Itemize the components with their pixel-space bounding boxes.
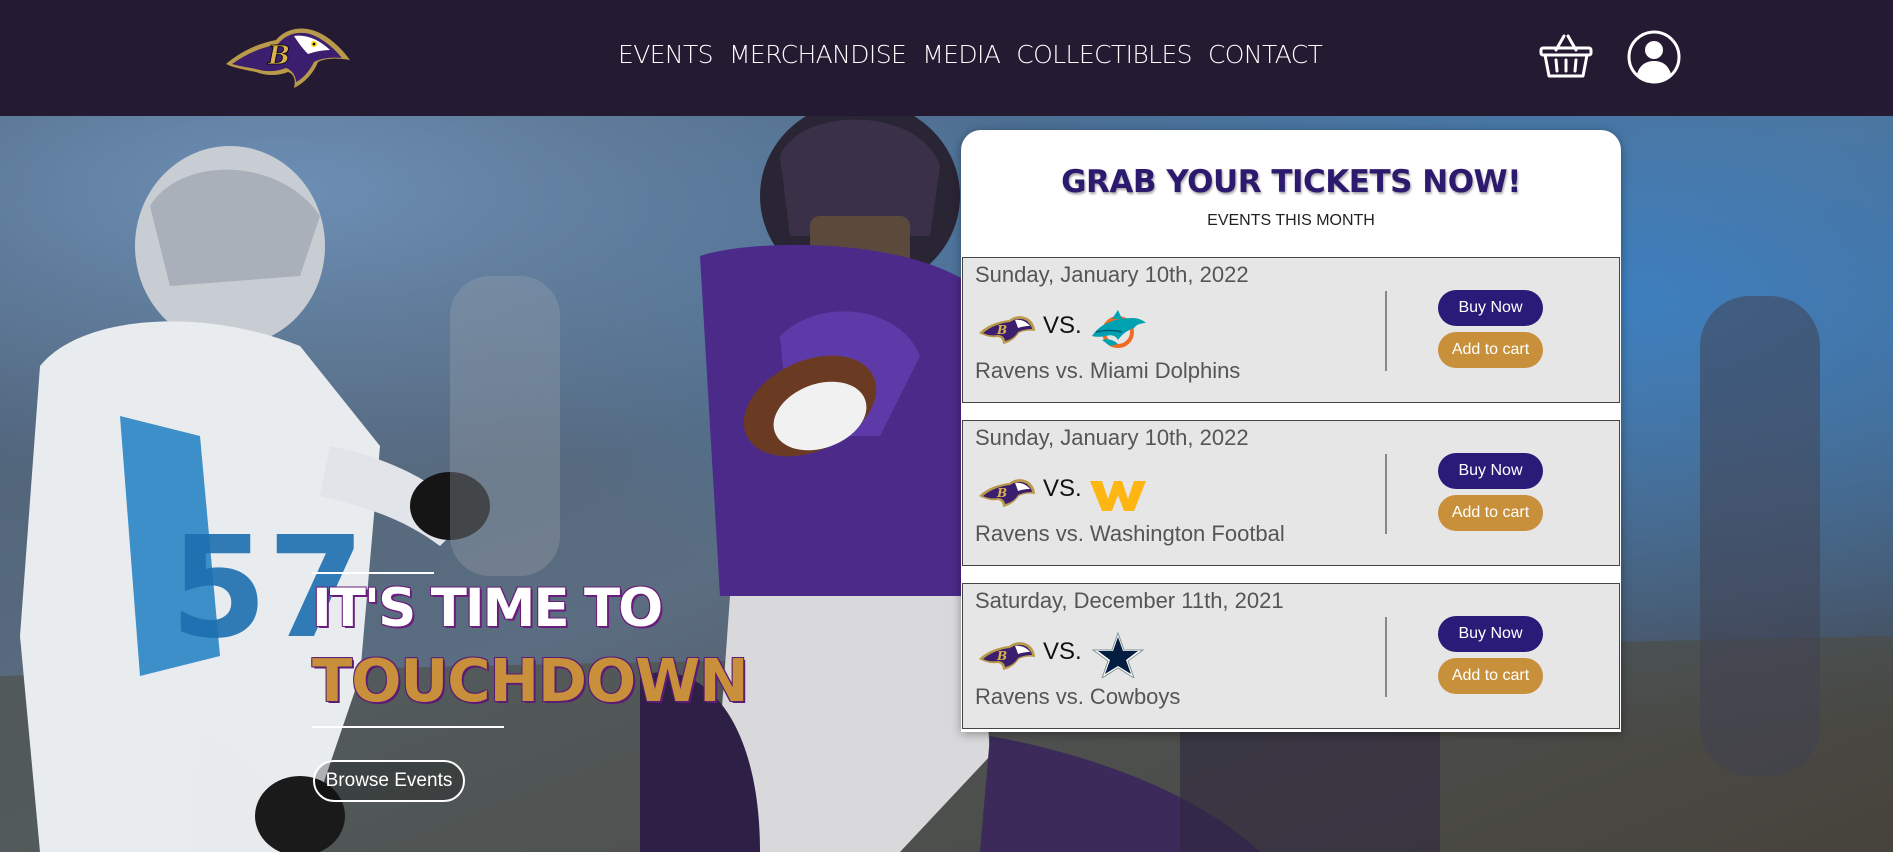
event-name: Ravens vs. Washington Footbal <box>975 521 1285 546</box>
event-card: Sunday, January 10th, 2022 B VS. Ravens … <box>962 257 1620 403</box>
svg-text:B: B <box>267 41 290 71</box>
add-to-cart-button[interactable]: Add to cart <box>1438 658 1543 694</box>
svg-text:B: B <box>996 323 1007 337</box>
nav-item-media[interactable]: MEDIA <box>922 40 1001 69</box>
nav-item-collectibles[interactable]: COLLECTIBLES <box>1016 40 1192 69</box>
vs-label: VS. <box>1043 638 1082 665</box>
buy-now-button[interactable]: Buy Now <box>1438 453 1543 489</box>
washington-logo-icon <box>1089 481 1146 511</box>
vs-label: VS. <box>1043 475 1082 502</box>
buy-now-button[interactable]: Buy Now <box>1438 290 1543 326</box>
tickets-panel: GRAB YOUR TICKETS NOW! EVENTS THIS MONTH… <box>961 130 1621 732</box>
vs-label: VS. <box>1043 312 1082 339</box>
hero-headline-line1: IT'S TIME TO <box>312 578 663 639</box>
nav-item-events[interactable]: EVENTS <box>618 40 714 69</box>
event-name: Ravens vs. Miami Dolphins <box>975 358 1241 383</box>
event-date: Saturday, December 11th, 2021 <box>975 588 1284 613</box>
event-date: Sunday, January 10th, 2022 <box>975 425 1249 450</box>
ravens-logo-icon[interactable]: B <box>222 24 354 90</box>
add-to-cart-button[interactable]: Add to cart <box>1438 332 1543 368</box>
ravens-logo-icon: B <box>979 316 1035 344</box>
event-name: Ravens vs. Cowboys <box>975 684 1181 709</box>
add-to-cart-button[interactable]: Add to cart <box>1438 495 1543 531</box>
ravens-logo-icon: B <box>979 479 1035 507</box>
event-divider <box>1385 454 1387 534</box>
event-divider <box>1385 291 1387 371</box>
hero-headline-line2: TOUCHDOWN <box>312 646 749 715</box>
hero-divider-top <box>312 572 434 574</box>
event-date: Sunday, January 10th, 2022 <box>975 262 1249 287</box>
event-card: Saturday, December 11th, 2021 B VS. Rave… <box>962 583 1620 729</box>
nav-item-merchandise[interactable]: MERCHANDISE <box>729 40 907 69</box>
event-divider <box>1385 617 1387 697</box>
svg-text:B: B <box>996 486 1007 500</box>
shopping-basket-icon[interactable] <box>1538 30 1594 80</box>
event-matchup: B VS. <box>977 306 1148 352</box>
event-card: Sunday, January 10th, 2022 B VS. Ravens … <box>962 420 1620 566</box>
user-account-icon[interactable] <box>1627 30 1681 84</box>
tickets-subtitle: EVENTS THIS MONTH <box>1207 212 1375 229</box>
browse-events-button[interactable]: Browse Events <box>313 760 465 802</box>
dolphins-logo-icon <box>1091 310 1146 348</box>
tickets-title: GRAB YOUR TICKETS NOW! <box>1061 164 1521 200</box>
cowboys-star-icon <box>1091 632 1145 678</box>
ravens-logo-icon: B <box>979 642 1035 670</box>
event-matchup: B VS. <box>977 469 1148 515</box>
site-header: B EVENTS MERCHANDISE MEDIA COLLECTIBLES … <box>0 0 1893 116</box>
nav-item-contact[interactable]: CONTACT <box>1208 40 1323 69</box>
buy-now-button[interactable]: Buy Now <box>1438 616 1543 652</box>
hero-divider-bottom <box>312 726 504 728</box>
svg-text:B: B <box>996 649 1007 663</box>
main-nav: EVENTS MERCHANDISE MEDIA COLLECTIBLES CO… <box>618 40 1323 69</box>
event-matchup: B VS. <box>977 632 1148 678</box>
